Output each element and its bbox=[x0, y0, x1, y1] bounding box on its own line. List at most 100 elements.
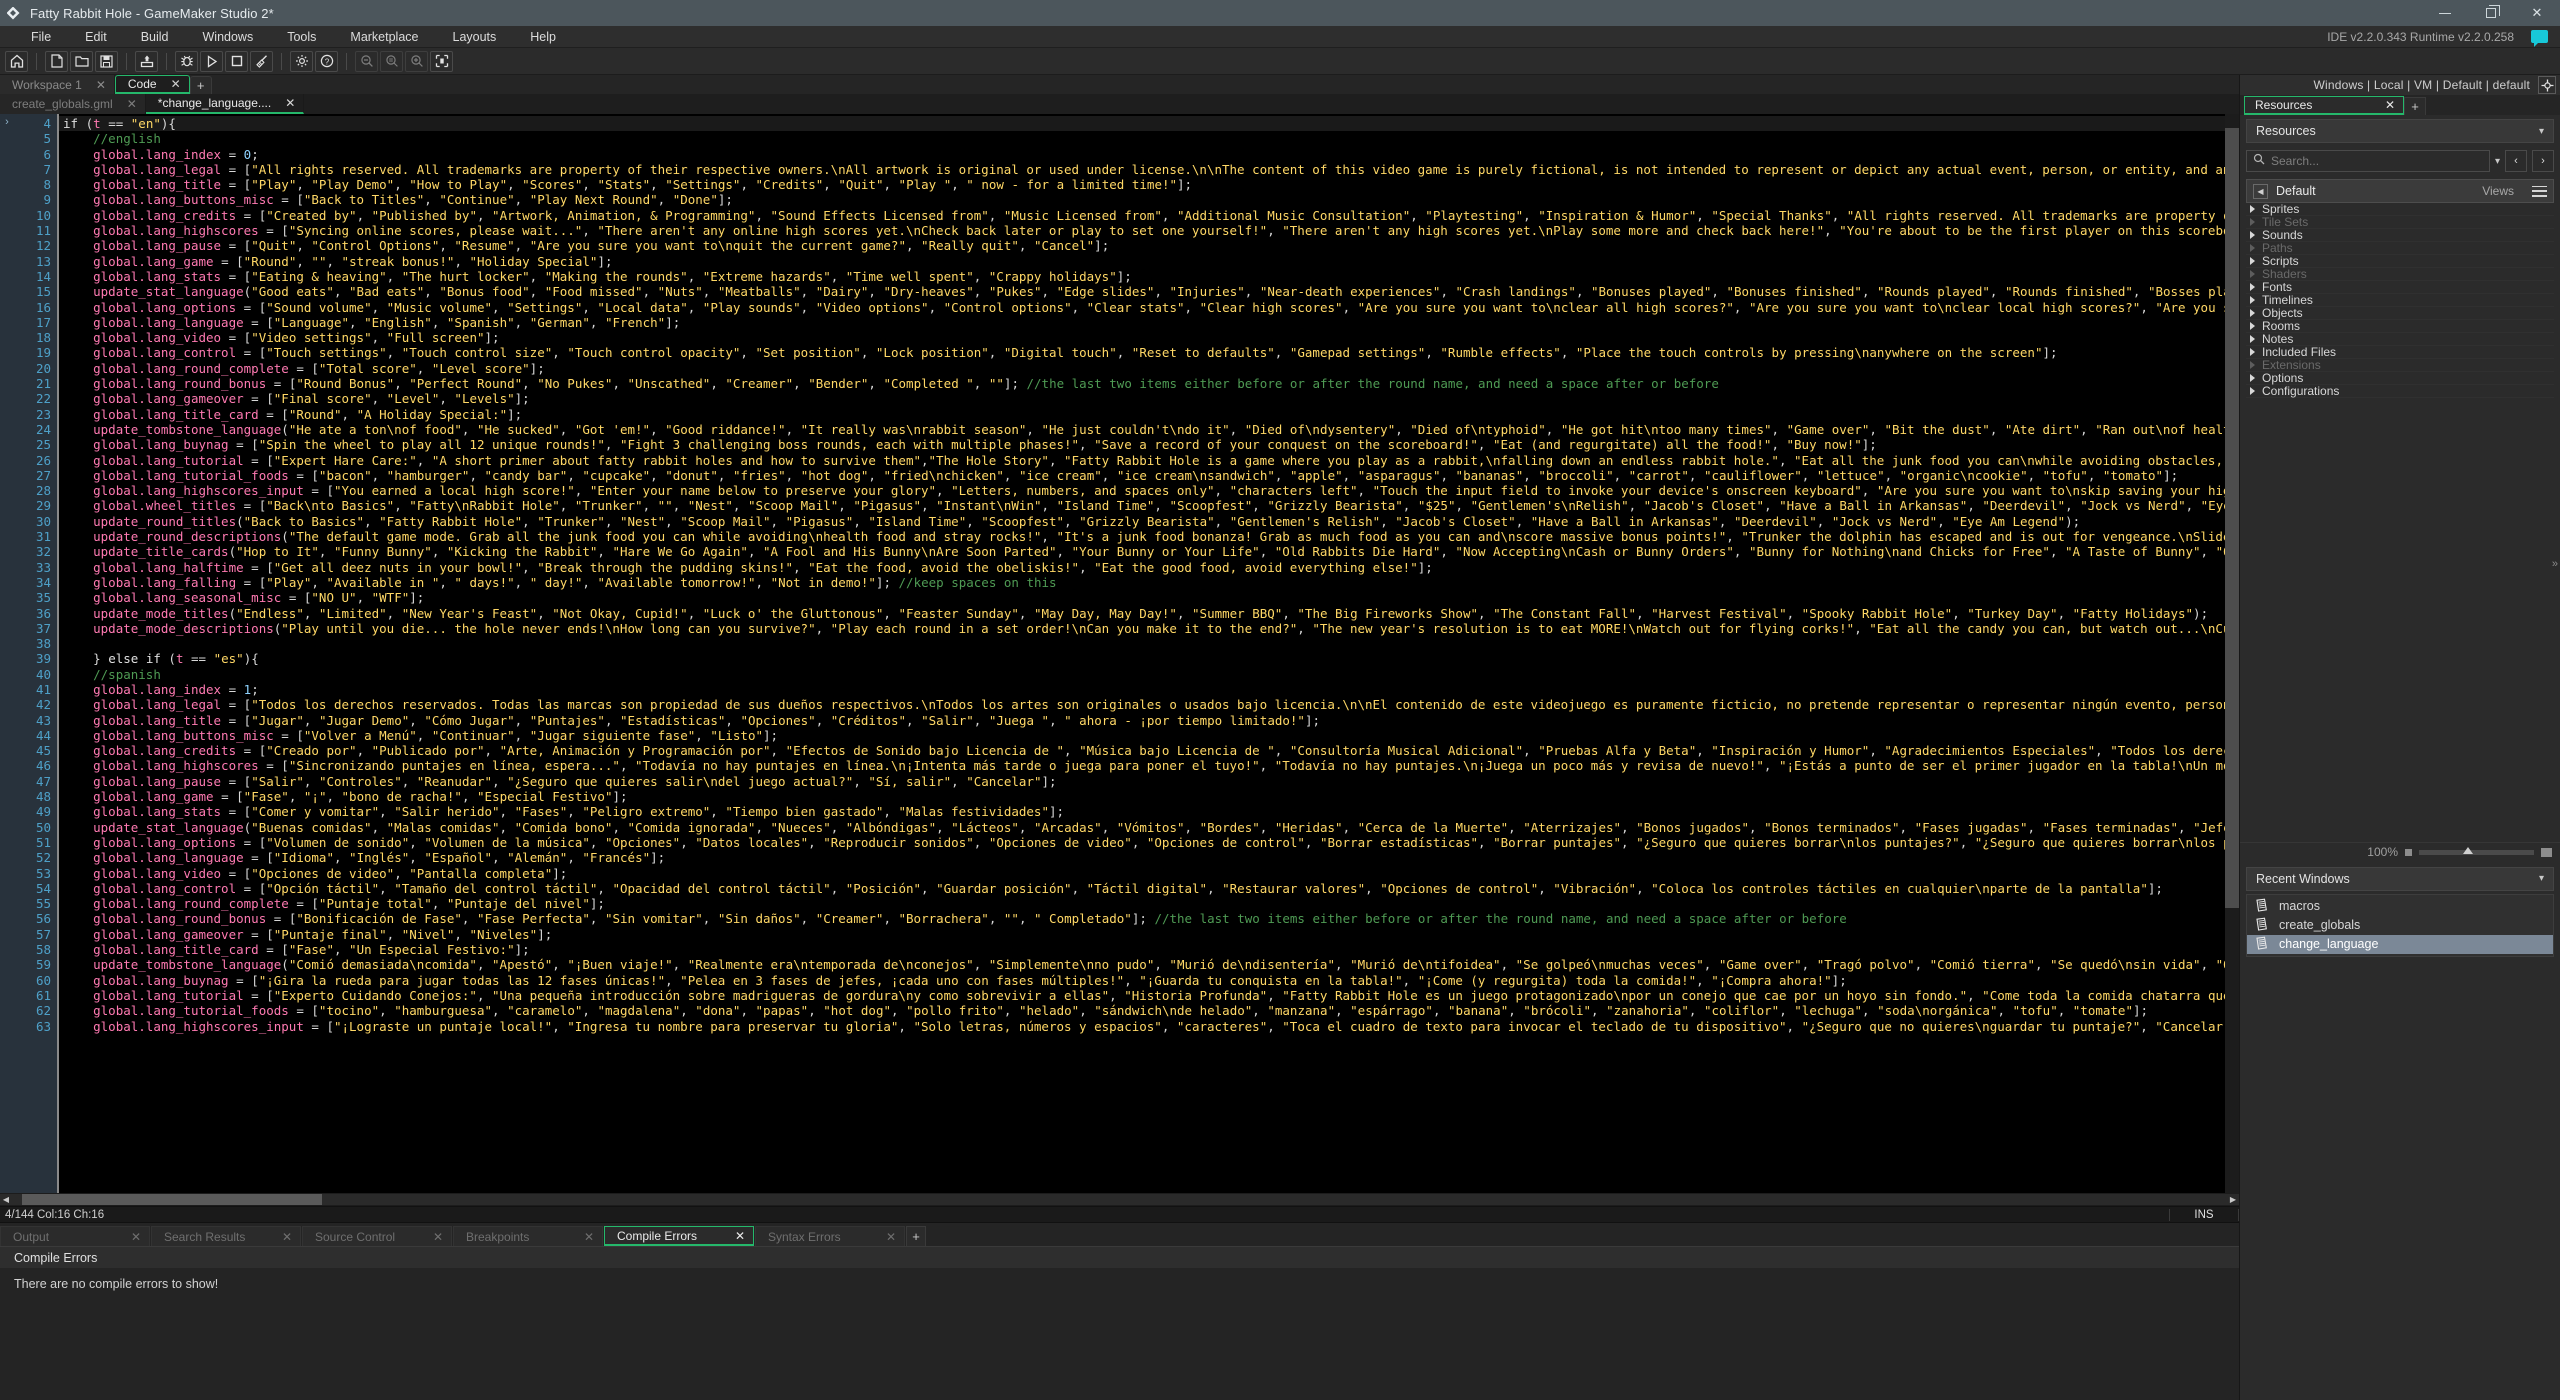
minimize-button[interactable] bbox=[2422, 0, 2468, 26]
zoom-fit-icon[interactable] bbox=[430, 50, 453, 72]
gear-icon[interactable] bbox=[290, 50, 313, 72]
close-icon[interactable]: ✕ bbox=[886, 1230, 896, 1244]
code-line[interactable]: global.lang_buynag = ["Spin the wheel to… bbox=[59, 437, 2239, 452]
resource-root-node[interactable]: ◀ Default Views bbox=[2246, 179, 2554, 203]
close-icon[interactable]: ✕ bbox=[171, 77, 181, 91]
code-line[interactable]: global.lang_control = ["Opción táctil", … bbox=[59, 881, 2239, 896]
maximize-button[interactable] bbox=[2468, 0, 2514, 26]
code-line[interactable]: global.lang_stats = ["Comer y vomitar", … bbox=[59, 804, 2239, 819]
resources-tab[interactable]: Resources ✕ bbox=[2244, 96, 2404, 115]
expand-triangle-icon[interactable] bbox=[2250, 270, 2255, 278]
code-line[interactable]: global.lang_round_bonus = ["Bonificación… bbox=[59, 911, 2239, 926]
code-line[interactable]: global.lang_game = ["Fase", "¡", "bono d… bbox=[59, 789, 2239, 804]
workspace-tab-code[interactable]: Code ✕ bbox=[114, 75, 190, 94]
code-line[interactable]: global.lang_falling = ["Play", "Availabl… bbox=[59, 575, 2239, 590]
save-disk-icon[interactable] bbox=[95, 50, 118, 72]
code-line[interactable]: update_round_titles("Back to Basics", "F… bbox=[59, 514, 2239, 529]
bottom-tab-search-results[interactable]: Search Results ✕ bbox=[151, 1226, 301, 1246]
expand-triangle-icon[interactable] bbox=[2250, 309, 2255, 317]
expand-triangle-icon[interactable] bbox=[2250, 374, 2255, 382]
menu-marketplace[interactable]: Marketplace bbox=[333, 26, 435, 48]
workspace-tab-workspace-1[interactable]: Workspace 1 ✕ bbox=[0, 75, 115, 94]
code-line[interactable]: global.lang_tutorial = ["Experto Cuidand… bbox=[59, 988, 2239, 1003]
recent-window-item[interactable]: create_globals bbox=[2247, 916, 2553, 935]
code-line[interactable]: update_round_descriptions("The default g… bbox=[59, 529, 2239, 544]
add-workspace-button[interactable]: + bbox=[189, 76, 212, 94]
code-line[interactable]: global.lang_index = 0; bbox=[59, 147, 2239, 162]
menu-layouts[interactable]: Layouts bbox=[436, 26, 514, 48]
code-line[interactable]: update_title_cards("Hop to It", "Funny B… bbox=[59, 544, 2239, 559]
code-line[interactable]: global.lang_index = 1; bbox=[59, 682, 2239, 697]
code-line[interactable]: global.lang_pause = ["Quit", "Control Op… bbox=[59, 238, 2239, 253]
code-line[interactable]: update_mode_titles("Endless", "Limited",… bbox=[59, 606, 2239, 621]
chevron-down-icon[interactable]: ▾ bbox=[2539, 873, 2544, 884]
home-icon[interactable] bbox=[5, 50, 28, 72]
add-bottom-tab-button[interactable]: + bbox=[906, 1226, 926, 1246]
code-line[interactable]: global.lang_options = ["Sound volume", "… bbox=[59, 300, 2239, 315]
search-input[interactable] bbox=[2271, 154, 2483, 168]
resource-node-shaders[interactable]: Shaders bbox=[2246, 267, 2554, 281]
code-line[interactable]: global.lang_tutorial_foods = ["tocino", … bbox=[59, 1003, 2239, 1018]
expand-triangle-icon[interactable] bbox=[2250, 348, 2255, 356]
code-line[interactable]: global.lang_stats = ["Eating & heaving",… bbox=[59, 269, 2239, 284]
close-icon[interactable]: ✕ bbox=[2385, 98, 2395, 112]
code-line[interactable]: global.lang_tutorial_foods = ["bacon", "… bbox=[59, 468, 2239, 483]
close-icon[interactable]: ✕ bbox=[584, 1230, 594, 1244]
code-line[interactable]: global.lang_options = ["Volumen de sonid… bbox=[59, 835, 2239, 850]
code-line[interactable]: global.lang_title = ["Jugar", "Jugar Dem… bbox=[59, 713, 2239, 728]
code-line[interactable]: global.lang_pause = ["Salir", "Controles… bbox=[59, 774, 2239, 789]
menu-edit[interactable]: Edit bbox=[68, 26, 124, 48]
code-line[interactable] bbox=[59, 636, 2239, 651]
fold-gutter[interactable]: › bbox=[0, 114, 14, 1193]
views-label[interactable]: Views bbox=[2482, 184, 2514, 198]
code-line[interactable]: global.lang_halftime = ["Get all deez nu… bbox=[59, 560, 2239, 575]
code-line[interactable]: global.lang_title_card = ["Round", "A Ho… bbox=[59, 407, 2239, 422]
fold-arrow-icon[interactable]: › bbox=[5, 116, 9, 128]
expand-triangle-icon[interactable] bbox=[2250, 218, 2255, 226]
code-line[interactable]: global.wheel_titles = ["Back\nto Basics"… bbox=[59, 498, 2239, 513]
zoom-in-icon[interactable] bbox=[405, 50, 428, 72]
expand-triangle-icon[interactable] bbox=[2250, 335, 2255, 343]
code-text-area[interactable]: if (t == "en"){ //english global.lang_in… bbox=[59, 114, 2239, 1193]
bottom-tab-syntax-errors[interactable]: Syntax Errors ✕ bbox=[755, 1226, 905, 1246]
target-crosshair-icon[interactable] bbox=[2538, 76, 2556, 94]
code-line[interactable]: //spanish bbox=[59, 667, 2239, 682]
close-button[interactable]: ✕ bbox=[2514, 0, 2560, 26]
code-line[interactable]: global.lang_round_complete = ["Puntaje t… bbox=[59, 896, 2239, 911]
code-line[interactable]: global.lang_round_bonus = ["Round Bonus"… bbox=[59, 376, 2239, 391]
code-line[interactable]: global.lang_gameover = ["Puntaje final",… bbox=[59, 927, 2239, 942]
expand-triangle-icon[interactable] bbox=[2250, 361, 2255, 369]
build-target-label[interactable]: Windows | Local | VM | Default | default bbox=[2313, 78, 2530, 92]
play-triangle-icon[interactable] bbox=[200, 50, 223, 72]
recent-window-item[interactable]: macros bbox=[2247, 897, 2553, 916]
chat-bubble-icon[interactable] bbox=[2531, 30, 2548, 47]
code-line[interactable]: update_stat_language("Buenas comidas", "… bbox=[59, 820, 2239, 835]
expand-collapse-icon[interactable]: » bbox=[2552, 558, 2558, 570]
scrollbar-track[interactable] bbox=[12, 1194, 2227, 1205]
code-line[interactable]: } else if (t == "es"){ bbox=[59, 651, 2239, 666]
code-line[interactable]: global.lang_legal = ["Todos los derechos… bbox=[59, 697, 2239, 712]
code-line[interactable]: global.lang_round_complete = ["Total sco… bbox=[59, 361, 2239, 376]
recent-windows-header[interactable]: Recent Windows ▾ bbox=[2246, 866, 2554, 891]
code-line[interactable]: global.lang_language = ["Idioma", "Inglé… bbox=[59, 850, 2239, 865]
expand-triangle-icon[interactable] bbox=[2250, 244, 2255, 252]
zoom-slider[interactable] bbox=[2419, 846, 2534, 855]
code-line[interactable]: global.lang_tutorial = ["Expert Hare Car… bbox=[59, 453, 2239, 468]
close-icon[interactable]: ✕ bbox=[131, 1230, 141, 1244]
code-line[interactable]: update_tombstone_language("Comió demasia… bbox=[59, 957, 2239, 972]
recent-window-item[interactable]: change_language bbox=[2247, 934, 2553, 954]
close-icon[interactable]: ✕ bbox=[96, 78, 106, 92]
zoom-reset-icon[interactable] bbox=[380, 50, 403, 72]
close-icon[interactable]: ✕ bbox=[127, 97, 137, 111]
hamburger-menu-icon[interactable] bbox=[2532, 185, 2547, 197]
chevron-down-icon[interactable]: ▾ bbox=[2495, 156, 2500, 167]
resources-section-header[interactable]: Resources ▾ bbox=[2246, 119, 2554, 143]
expand-triangle-icon[interactable] bbox=[2250, 322, 2255, 330]
menu-windows[interactable]: Windows bbox=[186, 26, 271, 48]
file-tab-create-globals[interactable]: create_globals.gml ✕ bbox=[0, 94, 146, 114]
menu-help[interactable]: Help bbox=[513, 26, 573, 48]
scrollbar-thumb[interactable] bbox=[22, 1194, 322, 1205]
file-tab-change-language[interactable]: *change_language.... ✕ bbox=[145, 94, 305, 114]
code-editor[interactable]: › 4 5 6 7 8 9 10 11 12 13 14 15 16 17 18 19 20 21 22 23 24 25… bbox=[0, 114, 2239, 1193]
bottom-tab-output[interactable]: Output ✕ bbox=[0, 1226, 150, 1246]
